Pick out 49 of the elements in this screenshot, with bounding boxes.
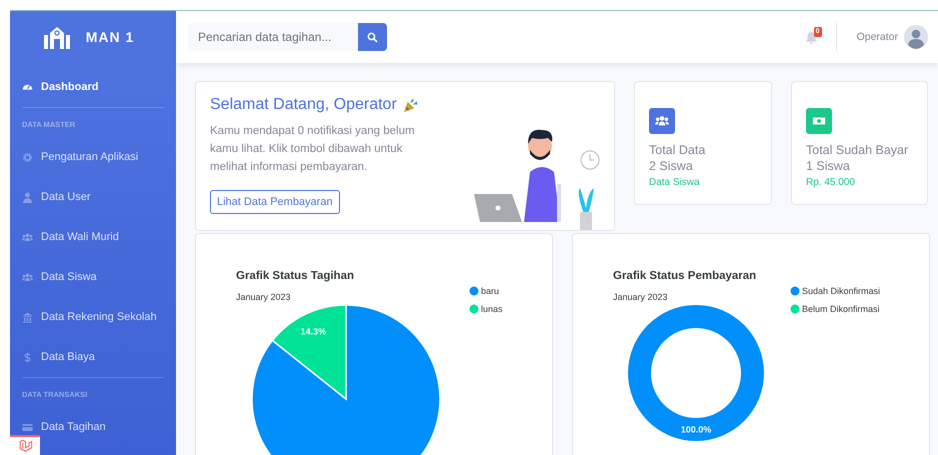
user-icon	[22, 192, 33, 202]
stat-value: 2 Siswa	[649, 158, 694, 174]
sidebar-item[interactable]: Dashboard	[22, 77, 164, 97]
search-icon	[367, 32, 378, 42]
school-building-icon	[42, 25, 72, 49]
chart-title: Grafik Status Tagihan	[236, 270, 354, 282]
stat-value: 1 Siswa	[806, 158, 851, 174]
legend-label[interactable]: baru	[481, 286, 500, 296]
cube-outline-icon	[18, 439, 32, 453]
legend-marker	[790, 304, 800, 314]
welcome-message: Kamu mendapat 0 notifikasi yang belum kamu lihat. Klik tombol dibawah untuk melihat informasi pembayaran.	[210, 124, 416, 175]
sidebar-item[interactable]: Data Tagihan	[22, 417, 164, 437]
legend-label[interactable]: lunas	[481, 304, 503, 314]
users-icon	[22, 272, 33, 282]
stat-caption: Rp. 45.000	[806, 177, 856, 188]
users-icon	[22, 232, 33, 242]
sidebar-item[interactable]: Data User	[22, 187, 164, 207]
sidebar-item[interactable]: Data Biaya	[22, 347, 164, 367]
sidebar-item[interactable]: Data Siswa	[22, 267, 164, 287]
slice-value-label: 14.3%	[300, 326, 326, 336]
dollar-sign-icon	[22, 352, 33, 362]
stat-label: Total Data	[649, 142, 706, 158]
sidebar-item[interactable]: Data Wali Murid	[22, 227, 164, 247]
sidebar-item[interactable]: Data Rekening Sekolah	[22, 307, 164, 327]
chart-title: Grafik Status Pembayaran	[613, 270, 756, 282]
legend-label[interactable]: Sudah Dikonfirmasi	[802, 286, 880, 296]
stat-caption: Data Siswa	[649, 177, 701, 188]
view-payments-button[interactable]: Lihat Data Pembayaran	[210, 190, 340, 214]
users-icon	[655, 114, 669, 128]
stat-label: Total Sudah Bayar	[806, 142, 910, 158]
chart-subtitle: January 2023	[613, 292, 668, 302]
debugbar-tab[interactable]	[10, 435, 40, 455]
legend-marker	[470, 304, 478, 314]
gear-icon	[22, 152, 33, 162]
search-button[interactable]	[358, 23, 387, 51]
party-popper-icon	[402, 98, 418, 112]
slice-value-label: 100.0%	[680, 424, 712, 434]
welcome-title: Selamat Datang, Operator	[210, 96, 397, 114]
sidebar-item[interactable]: Pengaturan Aplikasi	[22, 147, 164, 167]
chart-subtitle: January 2023	[236, 292, 291, 302]
search-field[interactable]: Pencarian data tagihan...	[188, 23, 358, 51]
legend-marker	[470, 286, 478, 296]
card-icon	[22, 422, 33, 432]
avatar-icon[interactable]	[904, 25, 928, 49]
app-name: MAN 1	[86, 29, 134, 45]
bank-icon	[22, 312, 33, 322]
legend-label[interactable]: Belum Dikonfirmasi	[802, 304, 880, 314]
user-name[interactable]: Operator	[856, 31, 898, 43]
legend-marker	[790, 286, 800, 296]
